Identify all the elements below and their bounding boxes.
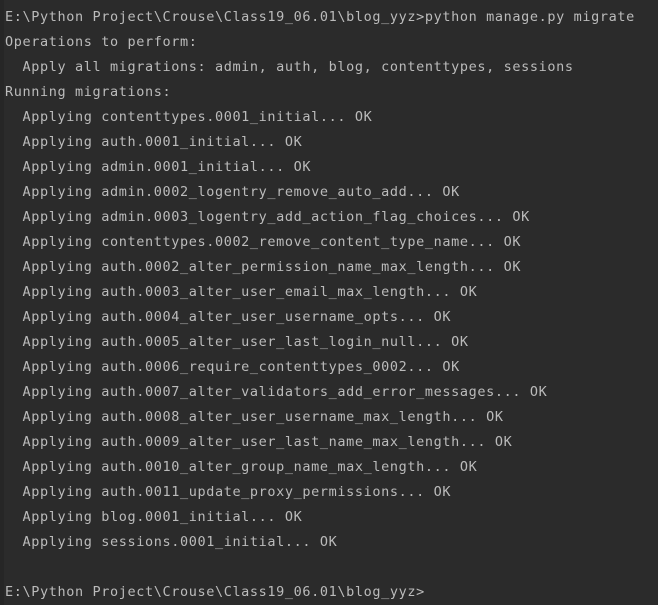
terminal-line: Applying auth.0006_require_contenttypes_… — [5, 359, 460, 375]
terminal-output[interactable]: E:\Python Project\Crouse\Class19_06.01\b… — [0, 0, 658, 605]
terminal-line: Applying auth.0003_alter_user_email_max_… — [5, 284, 478, 300]
terminal-line: Applying auth.0005_alter_user_last_login… — [5, 334, 469, 350]
terminal-line: Applying contenttypes.0002_remove_conten… — [5, 234, 522, 250]
terminal-line: Applying admin.0002_logentry_remove_auto… — [5, 184, 460, 200]
terminal-line: E:\Python Project\Crouse\Class19_06.01\b… — [5, 584, 425, 600]
terminal-line: Applying admin.0003_logentry_add_action_… — [5, 209, 530, 225]
terminal-line: Applying auth.0008_alter_user_username_m… — [5, 409, 504, 425]
terminal-line: Applying blog.0001_initial... OK — [5, 509, 303, 525]
terminal-line: Applying admin.0001_initial... OK — [5, 159, 312, 175]
terminal-line: Applying auth.0004_alter_user_username_o… — [5, 309, 452, 325]
terminal-line: Applying sessions.0001_initial... OK — [5, 534, 338, 550]
terminal-line: Running migrations: — [5, 84, 172, 100]
terminal-line: Apply all migrations: admin, auth, blog,… — [5, 59, 574, 75]
terminal-line: Applying auth.0007_alter_validators_add_… — [5, 384, 548, 400]
terminal-line: Applying auth.0010_alter_group_name_max_… — [5, 459, 478, 475]
terminal-line: Applying auth.0011_update_proxy_permissi… — [5, 484, 452, 500]
terminal-window[interactable]: E:\Python Project\Crouse\Class19_06.01\b… — [0, 0, 658, 605]
terminal-line: Applying auth.0002_alter_permission_name… — [5, 259, 522, 275]
terminal-line: Operations to perform: — [5, 34, 198, 50]
terminal-line: E:\Python Project\Crouse\Class19_06.01\b… — [5, 9, 635, 25]
terminal-line: Applying auth.0001_initial... OK — [5, 134, 303, 150]
terminal-line: Applying contenttypes.0001_initial... OK — [5, 109, 373, 125]
terminal-line: Applying auth.0009_alter_user_last_name_… — [5, 434, 513, 450]
